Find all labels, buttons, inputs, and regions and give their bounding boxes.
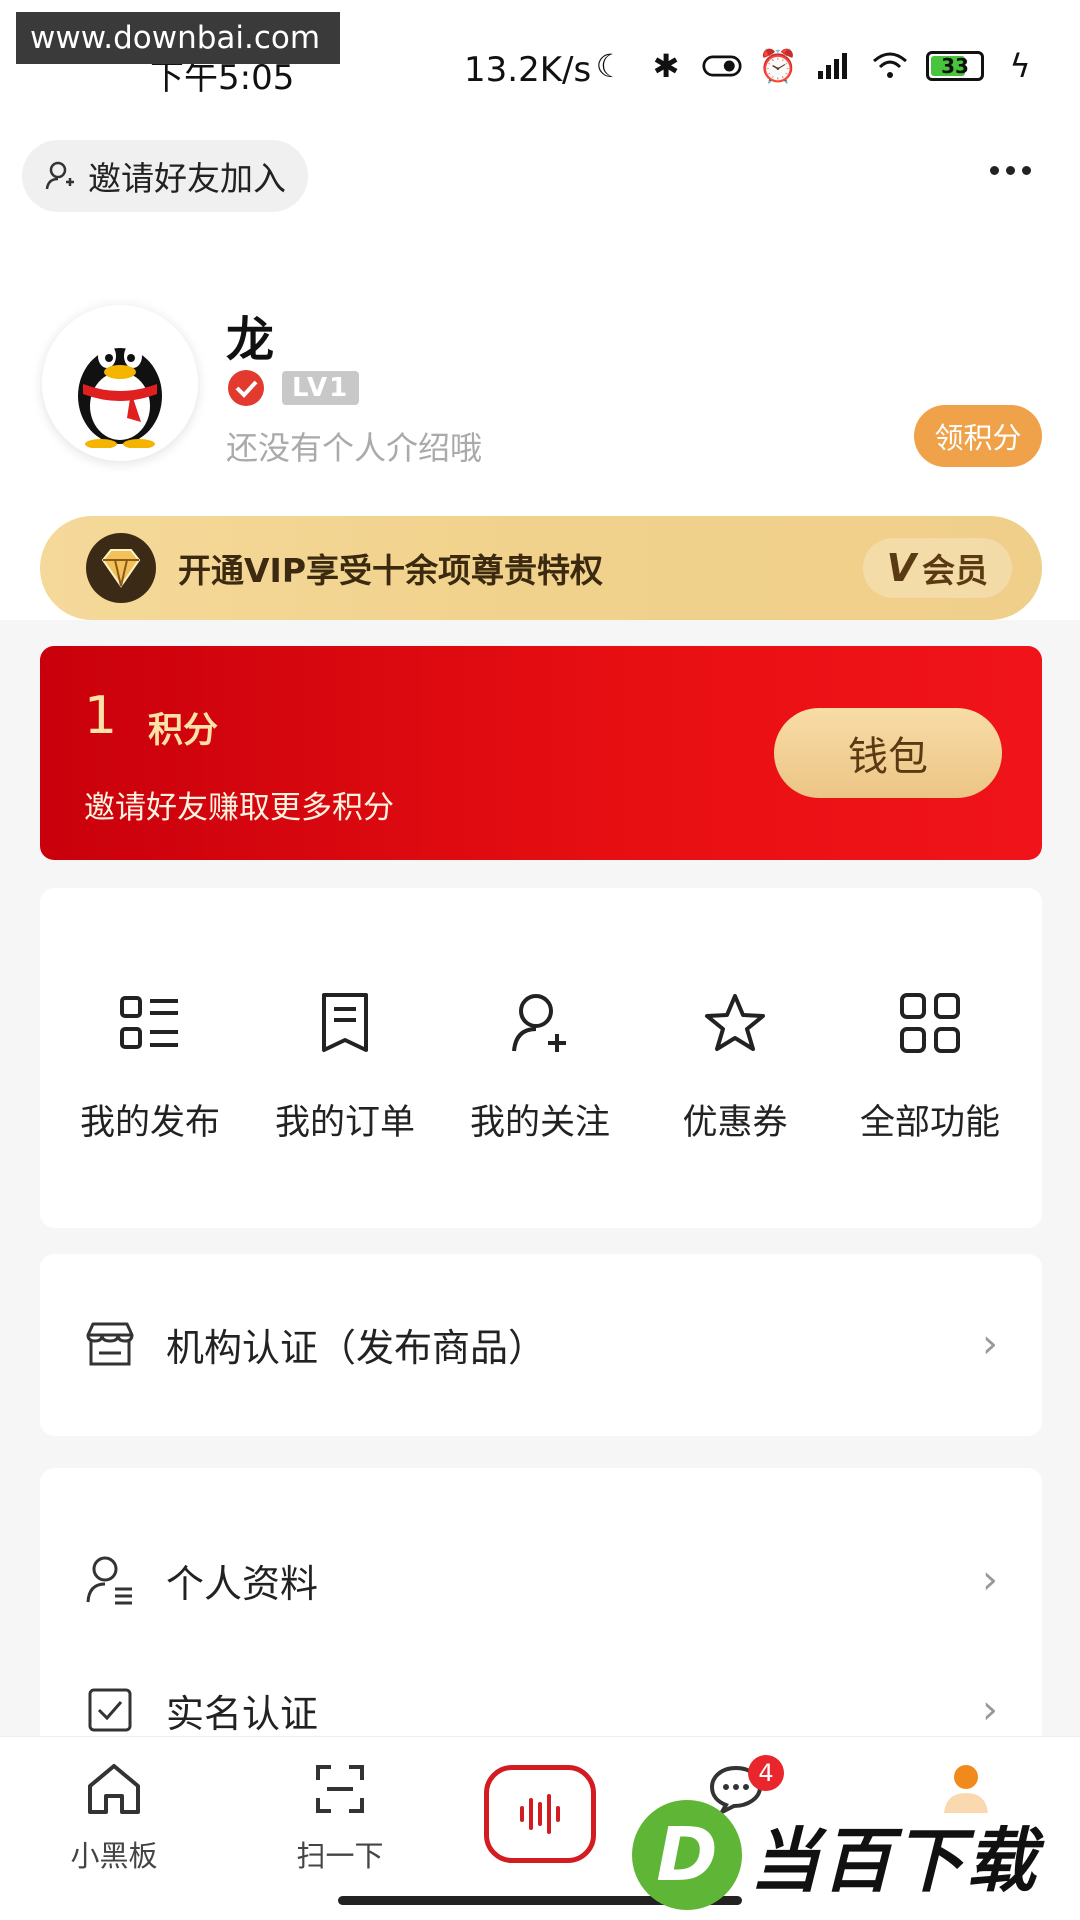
diamond-icon: [86, 533, 156, 603]
personal-settings-card: 个人资料 › 实名认证 ›: [40, 1468, 1042, 1736]
vip-member-tag[interactable]: V 会员: [862, 538, 1012, 598]
star-icon: [700, 988, 770, 1058]
grid-icon: [895, 988, 965, 1058]
shortcut-label: 我的发布: [79, 1103, 220, 1143]
level-badge: LV1: [282, 371, 360, 405]
watermark-bottom: D 当百下载: [632, 1800, 1072, 1910]
chevron-right-icon: ›: [982, 1557, 998, 1603]
vip-text: 开通VIP享受十余项尊贵特权: [178, 551, 604, 590]
moon-icon: ☾: [595, 47, 625, 85]
charging-icon: ϟ: [1009, 47, 1031, 85]
voice-post-button[interactable]: [484, 1765, 596, 1863]
vip-member-label: 会员: [922, 551, 988, 590]
status-net-speed: 13.2K/s: [464, 50, 592, 90]
shortcut-label: 我的关注: [469, 1103, 610, 1143]
signal-icon: [814, 46, 854, 86]
receipt-icon: [310, 988, 380, 1058]
bio[interactable]: 还没有个人介绍哦: [226, 423, 482, 469]
chevron-right-icon: ›: [982, 1321, 998, 1367]
scan-icon: [308, 1757, 372, 1821]
claim-points-button[interactable]: 领积分: [914, 405, 1042, 467]
messages-badge: 4: [748, 1755, 784, 1791]
vip-banner[interactable]: 开通VIP享受十余项尊贵特权 V 会员: [40, 516, 1042, 620]
tab-label: 扫一下: [296, 1839, 384, 1873]
list-icon: [115, 988, 185, 1058]
battery-icon: 33: [926, 51, 984, 81]
invite-label: 邀请好友加入: [88, 159, 286, 198]
shortcut-coupons[interactable]: 优惠券: [640, 988, 830, 1145]
wallet-button[interactable]: 钱包: [774, 708, 1002, 798]
menu-item-org-cert[interactable]: 机构认证（发布商品） ›: [40, 1294, 1042, 1394]
verified-badge-icon: [228, 370, 264, 406]
watermark-text: 当百下载: [750, 1819, 1038, 1902]
tab-scan[interactable]: 扫一下: [260, 1757, 420, 1875]
tab-label: 小黑板: [70, 1839, 158, 1873]
user-follow-icon: [505, 988, 575, 1058]
org-cert-card: 机构认证（发布商品） ›: [40, 1254, 1042, 1436]
invite-friends-button[interactable]: 邀请好友加入: [22, 140, 308, 212]
shortcut-grid: 我的发布 我的订单 我的关注 优惠券 全部功能: [40, 888, 1042, 1228]
user-info-icon: [84, 1554, 136, 1606]
chevron-right-icon: ›: [982, 1687, 998, 1733]
status-icons: ☾ ✱ ⏰ 33 ϟ: [590, 46, 1040, 86]
points-subtitle: 邀请好友赚取更多积分: [84, 790, 394, 826]
menu-label: 个人资料: [166, 1561, 319, 1606]
shortcut-my-posts[interactable]: 我的发布: [55, 988, 245, 1145]
menu-label: 实名认证: [166, 1691, 319, 1736]
badge-row: LV1: [226, 368, 360, 408]
points-card[interactable]: 1 积分 邀请好友赚取更多积分 钱包: [40, 646, 1042, 860]
vip-logo: V: [886, 546, 916, 590]
soundwave-icon: [520, 1794, 560, 1834]
shortcut-label: 我的订单: [274, 1103, 415, 1143]
more-options-icon[interactable]: [990, 150, 1040, 190]
watermark-top: www.downbai.com: [16, 12, 340, 64]
wifi-icon: [870, 46, 910, 86]
home-icon: [82, 1757, 146, 1821]
menu-item-profile-info[interactable]: 个人资料 ›: [40, 1530, 1042, 1630]
shortcut-my-follows[interactable]: 我的关注: [445, 988, 635, 1145]
avatar[interactable]: [42, 305, 198, 461]
shortcut-all-features[interactable]: 全部功能: [835, 988, 1025, 1145]
username: 龙: [226, 312, 275, 368]
add-user-icon: [45, 161, 74, 190]
toggle-icon: [702, 46, 742, 86]
alarm-icon: ⏰: [758, 47, 798, 85]
penguin-avatar-icon: [78, 344, 162, 448]
menu-label: 机构认证（发布商品）: [166, 1325, 547, 1370]
shortcut-label: 全部功能: [859, 1103, 1000, 1143]
tab-home[interactable]: 小黑板: [34, 1757, 194, 1875]
shortcut-my-orders[interactable]: 我的订单: [250, 988, 440, 1145]
store-icon: [84, 1318, 136, 1370]
bluetooth-icon: ✱: [652, 47, 680, 85]
watermark-logo: D: [632, 1800, 742, 1910]
shortcut-label: 优惠券: [682, 1103, 788, 1143]
checkbox-icon: [84, 1684, 136, 1736]
points-value: 1: [84, 686, 118, 746]
points-unit: 积分: [148, 711, 219, 751]
